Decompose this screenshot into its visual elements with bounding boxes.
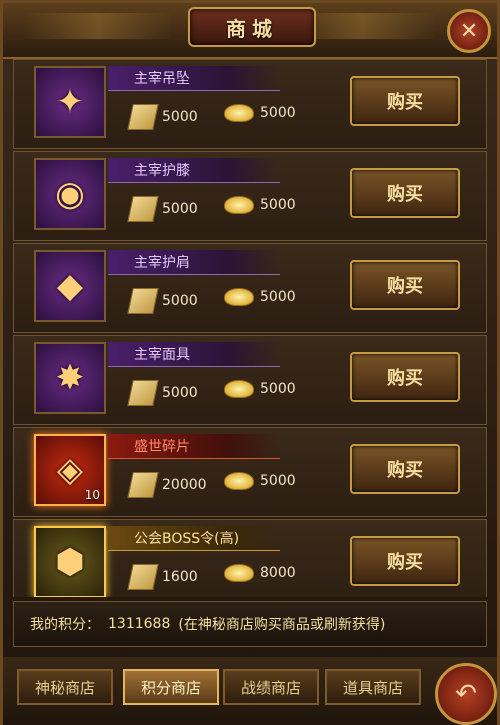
- buy-button[interactable]: 购买: [350, 352, 460, 402]
- scroll-icon: [127, 104, 159, 130]
- item-icon: ◆: [34, 250, 106, 322]
- tab-bar: 神秘商店 积分商店 战绩商店 道具商店 ↶: [3, 657, 497, 725]
- gold-price: 8000: [224, 564, 296, 582]
- close-button[interactable]: ✕: [447, 9, 491, 53]
- points-value: 1311688: [108, 616, 171, 632]
- item-name: 主宰护膝: [134, 163, 190, 179]
- list-item: ✦ 主宰吊坠 5000 5000 购买: [13, 59, 487, 149]
- buy-button[interactable]: 购买: [350, 76, 460, 126]
- item-icon: ⬢: [34, 526, 106, 597]
- list-item: ◆ 主宰护肩 5000 5000 购买: [13, 243, 487, 333]
- buy-button[interactable]: 购买: [350, 260, 460, 310]
- points-hint: (在神秘商店购买商品或刷新获得): [178, 617, 386, 633]
- tab-record-shop[interactable]: 战绩商店: [223, 669, 319, 705]
- title-bar: 商城 ✕: [3, 3, 497, 59]
- gold-price-value: 5000: [260, 473, 296, 489]
- page-title: 商城: [226, 16, 278, 41]
- gold-ingot-icon: [224, 288, 254, 306]
- scroll-icon: [127, 196, 159, 222]
- scroll-price: 5000: [127, 288, 198, 314]
- back-button[interactable]: ↶: [435, 663, 497, 725]
- tab-points-shop[interactable]: 积分商店: [123, 669, 219, 705]
- gold-price-value: 5000: [260, 105, 296, 121]
- item-name: 主宰吊坠: [134, 71, 190, 87]
- points-bar: 我的积分： 1311688 (在神秘商店购买商品或刷新获得): [13, 601, 487, 647]
- gold-price: 5000: [224, 472, 296, 490]
- shard-icon: ◈: [56, 450, 84, 490]
- gold-ingot-icon: [224, 380, 254, 398]
- scroll-price: 5000: [127, 104, 198, 130]
- scroll-price: 20000: [127, 472, 207, 498]
- gold-ingot-icon: [224, 564, 254, 582]
- scroll-price-value: 20000: [162, 477, 207, 493]
- scroll-price-value: 5000: [162, 109, 198, 125]
- item-icon: ✸: [34, 342, 106, 414]
- scroll-price-value: 1600: [162, 569, 198, 585]
- mask-icon: ✸: [55, 358, 85, 398]
- list-item: ⬢ 公会BOSS令(高) 1600 8000 购买: [13, 519, 487, 597]
- scroll-icon: [127, 472, 159, 498]
- item-name-bar: 盛世碎片: [108, 434, 280, 459]
- gold-ingot-icon: [224, 104, 254, 122]
- title-plate: 商城: [188, 7, 316, 47]
- scroll-icon: [127, 564, 159, 590]
- item-name-bar: 主宰护膝: [108, 158, 280, 183]
- gold-price: 5000: [224, 288, 296, 306]
- gold-price-value: 5000: [260, 197, 296, 213]
- list-item: ◈ 10 盛世碎片 20000 5000 购买: [13, 427, 487, 517]
- buy-button[interactable]: 购买: [350, 168, 460, 218]
- shop-window: 商城 ✕ ✦ 主宰吊坠 5000 5000 购买 ◉ 主宰护膝 5000 500…: [0, 0, 500, 725]
- item-name: 主宰面具: [134, 347, 190, 363]
- scroll-icon: [127, 288, 159, 314]
- scroll-price-value: 5000: [162, 293, 198, 309]
- close-icon: ✕: [459, 18, 479, 44]
- kneepad-icon: ◉: [55, 174, 85, 214]
- ornament-left: [23, 13, 173, 39]
- item-icon: ✦: [34, 66, 106, 138]
- item-count: 10: [84, 488, 100, 502]
- buy-button[interactable]: 购买: [350, 536, 460, 586]
- shoulder-guard-icon: ◆: [56, 266, 84, 306]
- tab-item-shop[interactable]: 道具商店: [325, 669, 421, 705]
- gold-price: 5000: [224, 104, 296, 122]
- item-name-bar: 公会BOSS令(高): [108, 526, 280, 551]
- tab-mystery-shop[interactable]: 神秘商店: [17, 669, 113, 705]
- list-item: ◉ 主宰护膝 5000 5000 购买: [13, 151, 487, 241]
- gold-price-value: 5000: [260, 289, 296, 305]
- back-arrow-icon: ↶: [455, 679, 477, 709]
- item-name-bar: 主宰面具: [108, 342, 280, 367]
- gold-price: 5000: [224, 380, 296, 398]
- list-item: ✸ 主宰面具 5000 5000 购买: [13, 335, 487, 425]
- item-list[interactable]: ✦ 主宰吊坠 5000 5000 购买 ◉ 主宰护膝 5000 5000 购买 …: [13, 59, 487, 597]
- item-icon: ◉: [34, 158, 106, 230]
- scroll-price: 5000: [127, 196, 198, 222]
- guild-token-icon: ⬢: [55, 542, 85, 582]
- scroll-price: 1600: [127, 564, 198, 590]
- item-name: 主宰护肩: [134, 255, 190, 271]
- scroll-price-value: 5000: [162, 385, 198, 401]
- points-label: 我的积分：: [30, 617, 100, 633]
- scroll-icon: [127, 380, 159, 406]
- item-icon: ◈ 10: [34, 434, 106, 506]
- item-name: 盛世碎片: [134, 439, 190, 455]
- item-name: 公会BOSS令(高): [134, 531, 240, 547]
- gold-price-value: 8000: [260, 565, 296, 581]
- scroll-price: 5000: [127, 380, 198, 406]
- gold-ingot-icon: [224, 196, 254, 214]
- gold-price-value: 5000: [260, 381, 296, 397]
- scroll-price-value: 5000: [162, 201, 198, 217]
- buy-button[interactable]: 购买: [350, 444, 460, 494]
- pendant-icon: ✦: [55, 82, 85, 122]
- gold-ingot-icon: [224, 472, 254, 490]
- item-name-bar: 主宰护肩: [108, 250, 280, 275]
- gold-price: 5000: [224, 196, 296, 214]
- item-name-bar: 主宰吊坠: [108, 66, 280, 91]
